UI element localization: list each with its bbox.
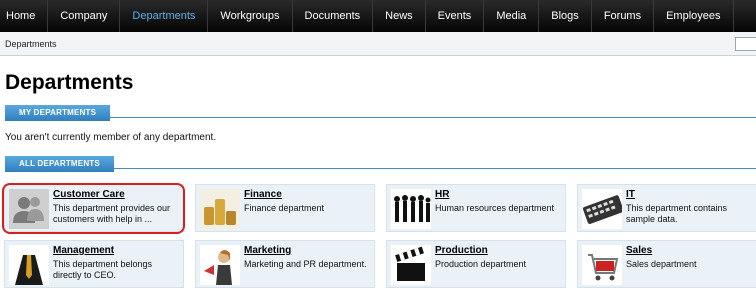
search-input[interactable] (735, 37, 756, 51)
department-name[interactable]: Management (53, 245, 114, 256)
department-card-hr[interactable]: HR Human resources department (386, 184, 566, 232)
department-card-customer-care[interactable]: Customer Care This department provides o… (4, 184, 184, 232)
woman-megaphone-icon (200, 245, 240, 285)
nav-item-news[interactable]: News (373, 0, 426, 32)
nav-item-blogs[interactable]: Blogs (539, 0, 592, 32)
breadcrumb: Departments (5, 39, 57, 49)
nav-item-media[interactable]: Media (484, 0, 540, 32)
department-description: Marketing and PR department. (244, 259, 367, 269)
nav-item-forums[interactable]: Forums (592, 0, 655, 32)
department-name[interactable]: IT (626, 189, 635, 200)
department-name[interactable]: Marketing (244, 245, 291, 256)
clapperboard-icon (391, 245, 431, 285)
businessman-icon (9, 245, 49, 285)
users-silhouette-icon (9, 189, 49, 229)
department-name[interactable]: Customer Care (53, 189, 125, 200)
all-departments-section: ALL DEPARTMENTS (5, 153, 756, 172)
department-name[interactable]: HR (435, 189, 449, 200)
nav-item-employees[interactable]: Employees (654, 0, 734, 32)
people-silhouettes-icon (391, 189, 431, 229)
department-description: Production department (435, 259, 527, 269)
my-departments-section: MY DEPARTMENTS (5, 102, 756, 121)
department-description: Sales department (626, 259, 697, 269)
my-departments-tab: MY DEPARTMENTS (5, 105, 111, 121)
breadcrumb-bar: Departments (0, 32, 756, 56)
department-card-management[interactable]: Management This department belongs direc… (4, 240, 184, 288)
department-description: This department provides our customers w… (53, 203, 171, 224)
nav-item-documents[interactable]: Documents (293, 0, 374, 32)
department-description: This department contains sample data. (626, 203, 728, 224)
department-name[interactable]: Production (435, 245, 488, 256)
department-card-marketing[interactable]: Marketing Marketing and PR department. (195, 240, 375, 288)
department-card-sales[interactable]: Sales Sales department (577, 240, 756, 288)
department-card-finance[interactable]: Finance Finance department (195, 184, 375, 232)
nav-item-workgroups[interactable]: Workgroups (208, 0, 293, 32)
department-description: Finance department (244, 203, 325, 213)
department-card-production[interactable]: Production Production department (386, 240, 566, 288)
top-navigation: Home Company Departments Workgroups Docu… (0, 0, 756, 32)
all-departments-tab: ALL DEPARTMENTS (5, 156, 114, 172)
keyboard-icon (582, 189, 622, 229)
department-card-it[interactable]: IT This department contains sample data. (577, 184, 756, 232)
nav-item-events[interactable]: Events (426, 0, 485, 32)
coins-icon (200, 189, 240, 229)
nav-item-company[interactable]: Company (48, 0, 121, 32)
department-name[interactable]: Finance (244, 189, 282, 200)
nav-item-home[interactable]: Home (0, 0, 49, 32)
department-description: This department belongs directly to CEO. (53, 259, 153, 280)
page-title: Departments (5, 71, 134, 94)
membership-note: You aren't currently member of any depar… (5, 132, 217, 143)
nav-item-departments[interactable]: Departments (120, 0, 209, 32)
shopping-cart-icon (582, 245, 622, 285)
department-name[interactable]: Sales (626, 245, 652, 256)
department-description: Human resources department (435, 203, 555, 213)
